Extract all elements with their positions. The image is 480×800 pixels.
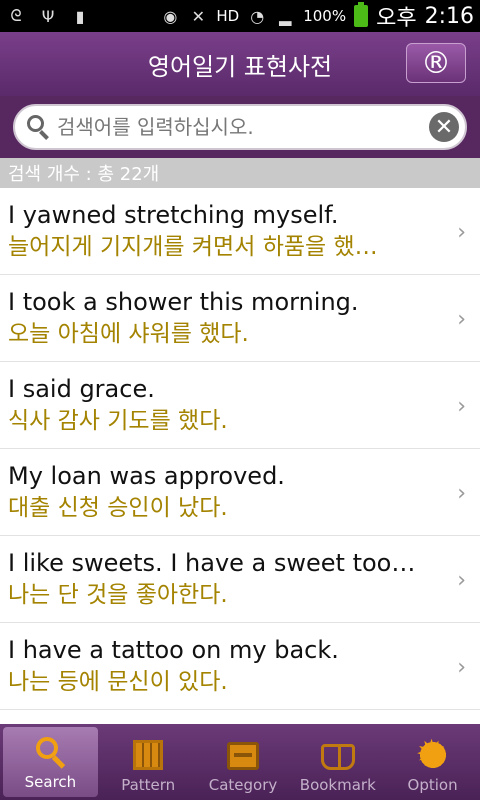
item-english: My loan was approved. [8,462,285,490]
item-english: I said grace. [8,375,155,403]
battery-icon [354,2,369,27]
result-list: I yawned stretching myself. 늘어지게 기지개를 켜면… [0,188,480,724]
status-bar: ᘓ Ψ ▮ ◉ ✕ HD ◔ ▂ 100% 오후 2:16 [0,0,480,32]
search-bar: ✕ [0,96,480,158]
item-korean: 식사 감사 기도를 했다. [8,408,228,434]
item-korean: 오늘 아침에 샤워를 했다. [8,321,249,347]
tab-search[interactable]: Search [3,727,98,797]
list-item[interactable]: My loan was approved. 대출 신청 승인이 났다. › [0,449,480,536]
item-korean: 나는 등에 문신이 있다. [8,669,228,695]
bottom-tab-bar: Search Pattern Category Bookmark Option [0,724,480,800]
tab-label: Option [407,776,458,794]
title-bar: 영어일기 표현사전 ® [0,32,480,96]
mute-icon: ✕ [191,6,206,26]
eye-icon: ◉ [163,6,178,26]
chevron-right-icon: › [457,568,466,593]
chevron-right-icon: › [457,220,466,245]
battery-small-icon: ▮ [75,6,85,26]
tab-label: Bookmark [299,776,376,794]
gear-icon [416,732,448,776]
list-item[interactable]: I have a tattoo on my back. 나는 등에 문신이 있다… [0,623,480,710]
wifi-icon: ◔ [250,6,265,26]
search-box: ✕ [13,104,467,150]
item-english: I yawned stretching myself. [8,201,339,229]
notification-icon: ᘓ [10,6,22,25]
tab-option[interactable]: Option [385,724,480,800]
bookmark-icon [320,744,355,770]
item-english: I have a tattoo on my back. [8,636,339,664]
item-korean: 늘어지게 기지개를 켜면서 하품을 했… [8,234,378,260]
registered-button[interactable]: ® [406,43,466,83]
clock: 2:16 [424,3,474,29]
item-english: I took a shower this morning. [8,288,359,316]
battery-percent: 100% [303,7,347,25]
tab-label: Category [208,776,278,794]
list-item[interactable]: I said grace. 식사 감사 기도를 했다. › [0,362,480,449]
hd-icon: HD [216,7,240,25]
item-korean: 나는 단 것을 좋아한다. [8,582,228,608]
tab-label: Pattern [121,776,176,794]
ampm-label: 오후 [376,6,417,31]
chevron-right-icon: › [457,655,466,680]
tab-category[interactable]: Category [196,724,291,800]
list-item[interactable]: I took a shower this morning. 오늘 아침에 샤워를… [0,275,480,362]
usb-icon: Ψ [41,6,55,26]
chevron-right-icon: › [457,307,466,332]
chevron-right-icon: › [457,394,466,419]
tab-bookmark[interactable]: Bookmark [290,724,385,800]
search-icon [34,737,66,769]
list-item[interactable]: I yawned stretching myself. 늘어지게 기지개를 켜면… [0,188,480,275]
item-korean: 대출 신청 승인이 났다. [8,495,228,521]
tab-pattern[interactable]: Pattern [101,724,196,800]
page-title: 영어일기 표현사전 [147,52,333,81]
category-icon [226,742,259,770]
pattern-icon [133,740,164,770]
item-english: I like sweets. I have a sweet too… [8,549,416,577]
clear-icon[interactable]: ✕ [429,112,459,142]
list-item[interactable]: I like sweets. I have a sweet too… 나는 단 … [0,536,480,623]
search-input[interactable] [57,115,429,139]
tab-label: Search [24,773,77,791]
signal-icon: ▂ [279,6,292,26]
result-count: 검색 개수 : 총 22개 [0,158,480,188]
search-icon [25,113,53,141]
chevron-right-icon: › [457,481,466,506]
